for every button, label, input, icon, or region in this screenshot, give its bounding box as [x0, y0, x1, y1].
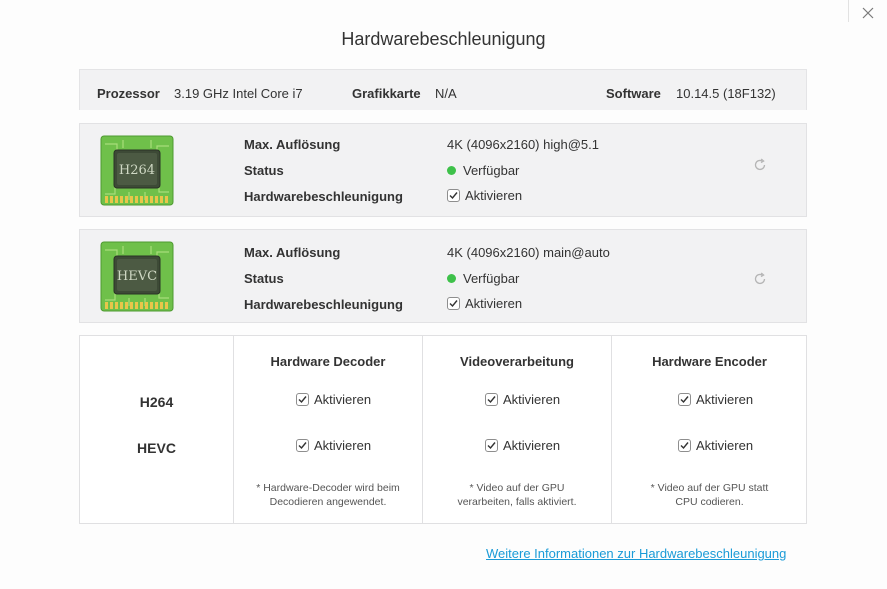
h264-processing-label: Aktivieren: [503, 392, 561, 407]
encoder-note: * Video auf der GPU statt CPU codieren.: [612, 481, 807, 509]
status-available-dot: [447, 166, 456, 175]
checkmark-icon: [449, 192, 458, 200]
h264-hwaccel-toggle[interactable]: Aktivieren: [447, 188, 522, 203]
h264-encoder-label: Aktivieren: [696, 392, 754, 407]
column-header-encoder: Hardware Encoder: [652, 354, 767, 369]
column-header-decoder: Hardware Decoder: [270, 354, 386, 369]
h264-chip-label: H264: [119, 163, 155, 178]
hevc-status-value: Verfügbar: [463, 271, 520, 286]
titlebar-divider: [848, 0, 849, 22]
hevc-status: Verfügbar: [447, 271, 519, 286]
row-header-h264: H264: [139, 394, 174, 410]
h264-processing-checkbox[interactable]: [485, 393, 498, 406]
hevc-encoder-label: Aktivieren: [696, 438, 754, 453]
processor-label: Prozessor: [97, 86, 160, 101]
h264-decoder-checkbox[interactable]: [296, 393, 309, 406]
checkmark-icon: [449, 300, 458, 308]
h264-status: Verfügbar: [447, 163, 519, 178]
decoder-note: * Hardware-Decoder wird beim Decodieren …: [234, 481, 422, 509]
system-info-bar: Prozessor 3.19 GHz Intel Core i7 Grafikk…: [79, 69, 807, 110]
hevc-refresh-icon[interactable]: [753, 272, 767, 286]
h264-status-value: Verfügbar: [463, 163, 520, 178]
hevc-hwaccel-toggle[interactable]: Aktivieren: [447, 296, 522, 311]
decoder-note-line: Decodieren angewendet.: [269, 496, 387, 508]
processor-value: 3.19 GHz Intel Core i7: [174, 86, 303, 101]
gpu-value: N/A: [435, 86, 457, 101]
hevc-hwaccel-checkbox[interactable]: [447, 297, 460, 310]
h264-encoder-checkbox[interactable]: [678, 393, 691, 406]
h264-decoder-label: Aktivieren: [314, 392, 372, 407]
close-button[interactable]: [858, 3, 878, 23]
processing-note-line: * Video auf der GPU: [469, 482, 565, 494]
hevc-encoder-toggle[interactable]: Aktivieren: [678, 438, 753, 453]
checkmark-icon: [680, 442, 689, 450]
hevc-resolution-value: 4K (4096x2160) main@auto: [447, 245, 610, 260]
checkmark-icon: [680, 396, 689, 404]
h264-status-label: Status: [244, 163, 284, 178]
column-header-processing: Videoverarbeitung: [460, 354, 574, 369]
software-value: 10.14.5 (18F132): [676, 86, 776, 101]
h264-chip-icon: H264: [100, 135, 174, 206]
codec-card-hevc: HEVC Max. Auflösung 4K (4096x2160) main@…: [79, 229, 807, 323]
gpu-label: Grafikkarte: [352, 86, 421, 101]
hevc-encoder-checkbox[interactable]: [678, 439, 691, 452]
h264-hwaccel-checkbox[interactable]: [447, 189, 460, 202]
status-available-dot: [447, 274, 456, 283]
h264-resolution-label: Max. Auflösung: [244, 137, 341, 152]
decoder-note-line: * Hardware-Decoder wird beim: [256, 482, 400, 494]
row-header-hevc: HEVC: [137, 440, 176, 456]
hevc-chip-label: HEVC: [117, 269, 157, 284]
h264-refresh-icon[interactable]: [753, 158, 767, 172]
dialog-title: Hardwarebeschleunigung: [341, 29, 546, 49]
hevc-decoder-label: Aktivieren: [314, 438, 372, 453]
hevc-processing-checkbox[interactable]: [485, 439, 498, 452]
h264-encoder-toggle[interactable]: Aktivieren: [678, 392, 753, 407]
acceleration-matrix: Hardware Decoder Videoverarbeitung Hardw…: [79, 335, 807, 524]
checkmark-icon: [298, 396, 307, 404]
h264-hwaccel-value: Aktivieren: [465, 188, 523, 203]
encoder-note-line: CPU codieren.: [675, 496, 744, 508]
h264-hwaccel-label: Hardwarebeschleunigung: [244, 189, 403, 204]
hevc-decoder-toggle[interactable]: Aktivieren: [296, 438, 371, 453]
more-info-link[interactable]: Weitere Informationen zur Hardwarebeschl…: [486, 546, 786, 561]
hevc-processing-label: Aktivieren: [503, 438, 561, 453]
h264-processing-toggle[interactable]: Aktivieren: [485, 392, 560, 407]
checkmark-icon: [298, 442, 307, 450]
hevc-decoder-checkbox[interactable]: [296, 439, 309, 452]
hevc-chip-icon: HEVC: [100, 241, 174, 312]
hevc-status-label: Status: [244, 271, 284, 286]
checkmark-icon: [487, 442, 496, 450]
software-label: Software: [606, 86, 661, 101]
processing-note: * Video auf der GPU verarbeiten, falls a…: [423, 481, 611, 509]
checkmark-icon: [487, 396, 496, 404]
hevc-resolution-label: Max. Auflösung: [244, 245, 341, 260]
codec-card-h264: H264 Max. Auflösung 4K (4096x2160) high@…: [79, 123, 807, 217]
h264-resolution-value: 4K (4096x2160) high@5.1: [447, 137, 599, 152]
close-icon: [862, 7, 874, 19]
encoder-note-line: * Video auf der GPU statt: [650, 482, 769, 494]
hevc-hwaccel-label: Hardwarebeschleunigung: [244, 297, 403, 312]
hevc-processing-toggle[interactable]: Aktivieren: [485, 438, 560, 453]
hevc-hwaccel-value: Aktivieren: [465, 296, 523, 311]
h264-decoder-toggle[interactable]: Aktivieren: [296, 392, 371, 407]
processing-note-line: verarbeiten, falls aktiviert.: [457, 496, 577, 508]
